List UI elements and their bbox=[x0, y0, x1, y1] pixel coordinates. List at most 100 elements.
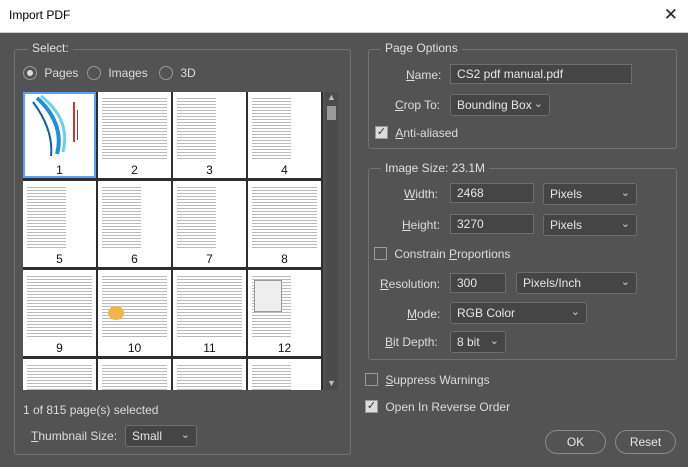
thumbnail-page[interactable] bbox=[98, 359, 171, 390]
page-text-preview bbox=[102, 185, 141, 249]
chevron-down-icon: ⌄ bbox=[620, 276, 630, 288]
thumbnail-page[interactable]: 12 bbox=[248, 270, 321, 356]
thumbnail-page[interactable] bbox=[23, 359, 96, 390]
constrain-proportions-label: Constrain Proportions bbox=[394, 246, 511, 261]
crop-to-label: Crop To: bbox=[395, 98, 441, 112]
close-icon[interactable]: ✕ bbox=[664, 5, 678, 25]
thumbnail-size-select[interactable]: Small ⌄ bbox=[125, 425, 197, 447]
suppress-warnings-checkbox[interactable]: Suppress Warnings bbox=[365, 372, 490, 387]
antialiased-label: Anti-aliased bbox=[395, 125, 459, 140]
thumbnail-page[interactable]: 3 bbox=[173, 92, 246, 178]
width-field[interactable]: 2468 bbox=[450, 183, 534, 203]
thumbnail-page[interactable] bbox=[248, 359, 321, 390]
page-text-preview bbox=[27, 274, 92, 338]
thumbnail-scrollbar[interactable]: ▲ ▼ bbox=[325, 92, 338, 390]
chevron-down-icon: ⌄ bbox=[620, 218, 630, 230]
image-size-legend: Image Size: 23.1M bbox=[381, 161, 490, 175]
scroll-up-icon[interactable]: ▲ bbox=[325, 92, 338, 102]
page-image-icon bbox=[108, 306, 124, 320]
thumbnail-number: 10 bbox=[127, 341, 142, 355]
thumbnail-number: 4 bbox=[281, 163, 288, 177]
page-text-preview bbox=[102, 96, 167, 160]
thumbnail-number: 8 bbox=[281, 252, 288, 266]
reverse-order-label: Open In Reverse Order bbox=[385, 399, 511, 414]
thumbnail-page[interactable]: 9 bbox=[23, 270, 96, 356]
radio-pages[interactable]: Pages bbox=[23, 65, 78, 80]
chevron-down-icon: ⌄ bbox=[533, 98, 543, 110]
selection-status: 1 of 815 page(s) selected bbox=[23, 403, 159, 417]
antialiased-checkbox[interactable]: ✓ Anti-aliased bbox=[375, 125, 458, 140]
thumbnail-page[interactable]: 10 bbox=[98, 270, 171, 356]
page-text-preview bbox=[102, 363, 167, 390]
width-unit-value: Pixels bbox=[550, 187, 583, 201]
check-icon[interactable]: ✓ bbox=[365, 400, 378, 414]
radio-3d-label: 3D bbox=[180, 65, 196, 80]
checkbox-box[interactable] bbox=[365, 373, 378, 387]
name-label: Name: bbox=[406, 68, 442, 82]
page-text-preview bbox=[177, 185, 216, 249]
thumbnail-number: 12 bbox=[277, 341, 292, 355]
thumbnail-page[interactable]: 6 bbox=[98, 181, 171, 267]
page-text-preview bbox=[27, 185, 66, 249]
radio-pages-label: Pages bbox=[44, 65, 79, 80]
page-options-legend: Page Options bbox=[381, 41, 462, 55]
radio-images-circle[interactable] bbox=[87, 65, 101, 80]
check-icon[interactable]: ✓ bbox=[375, 126, 388, 140]
chevron-down-icon: ⌄ bbox=[620, 187, 630, 199]
page-text-preview bbox=[252, 96, 291, 160]
crop-to-select[interactable]: Bounding Box ⌄ bbox=[450, 94, 550, 116]
thumbnail-number: 2 bbox=[131, 163, 138, 177]
page-text-preview bbox=[177, 363, 242, 390]
height-label: Height: bbox=[402, 218, 441, 232]
thumbnail-page[interactable]: 7 bbox=[173, 181, 246, 267]
radio-pages-circle[interactable] bbox=[23, 65, 37, 80]
scroll-thumb[interactable] bbox=[327, 106, 336, 120]
checkbox-box[interactable] bbox=[374, 247, 387, 261]
radio-images[interactable]: Images bbox=[87, 65, 148, 80]
radio-3d[interactable]: 3D bbox=[159, 65, 196, 80]
resolution-label: Resolution: bbox=[380, 277, 441, 291]
resolution-field[interactable]: 300 bbox=[450, 273, 506, 293]
thumbnail-number: 3 bbox=[206, 163, 213, 177]
bit-depth-value: 8 bit bbox=[457, 335, 480, 349]
name-field[interactable]: CS2 pdf manual.pdf bbox=[450, 64, 632, 84]
thumbnail-number: 9 bbox=[56, 341, 63, 355]
thumbnail-size-value: Small bbox=[132, 429, 163, 443]
reset-button[interactable]: Reset bbox=[615, 430, 676, 454]
thumbnail-number: 5 bbox=[56, 252, 63, 266]
bit-depth-select[interactable]: 8 bit ⌄ bbox=[450, 331, 506, 353]
radio-3d-circle[interactable] bbox=[159, 65, 173, 80]
crop-to-value: Bounding Box bbox=[457, 98, 532, 112]
thumbnail-number: 7 bbox=[206, 252, 213, 266]
thumbnail-page[interactable]: 5 bbox=[23, 181, 96, 267]
chevron-down-icon: ⌄ bbox=[180, 429, 190, 441]
thumbnail-page[interactable]: 11 bbox=[173, 270, 246, 356]
height-field[interactable]: 3270 bbox=[450, 214, 534, 234]
thumbnail-page[interactable]: 4 bbox=[248, 92, 321, 178]
page-text-preview bbox=[177, 96, 216, 160]
thumbnail-grid[interactable]: 1 2 3 4 5 6 7 8 9 10 11 12 bbox=[23, 92, 323, 390]
thumbnail-number: 6 bbox=[131, 252, 138, 266]
scroll-down-icon[interactable]: ▼ bbox=[325, 378, 338, 388]
reverse-order-checkbox[interactable]: ✓ Open In Reverse Order bbox=[365, 399, 510, 414]
thumbnail-page[interactable]: 2 bbox=[98, 92, 171, 178]
thumbnail-page[interactable]: 8 bbox=[248, 181, 321, 267]
thumbnail-number: 11 bbox=[203, 341, 216, 355]
title-bar: Import PDF ✕ bbox=[0, 0, 688, 33]
constrain-proportions-checkbox[interactable]: Constrain Proportions bbox=[374, 246, 510, 261]
thumbnail-page[interactable]: 1 bbox=[23, 92, 96, 178]
ok-button[interactable]: OK bbox=[545, 430, 606, 454]
width-unit-select[interactable]: Pixels ⌄ bbox=[543, 183, 637, 205]
chevron-down-icon: ⌄ bbox=[570, 306, 580, 318]
resolution-unit-select[interactable]: Pixels/Inch ⌄ bbox=[516, 272, 637, 294]
thumbnail-number: 1 bbox=[56, 163, 63, 177]
thumbnail-page[interactable] bbox=[173, 359, 246, 390]
height-unit-select[interactable]: Pixels ⌄ bbox=[543, 214, 637, 236]
width-label: Width: bbox=[404, 187, 439, 201]
page-text-preview bbox=[27, 363, 92, 390]
thumbnail-size-label: Thumbnail Size: bbox=[31, 429, 118, 443]
radio-images-label: Images bbox=[108, 65, 148, 80]
mode-select[interactable]: RGB Color ⌄ bbox=[450, 302, 587, 324]
page-text-preview bbox=[252, 185, 317, 249]
mode-label: Mode: bbox=[407, 307, 441, 321]
